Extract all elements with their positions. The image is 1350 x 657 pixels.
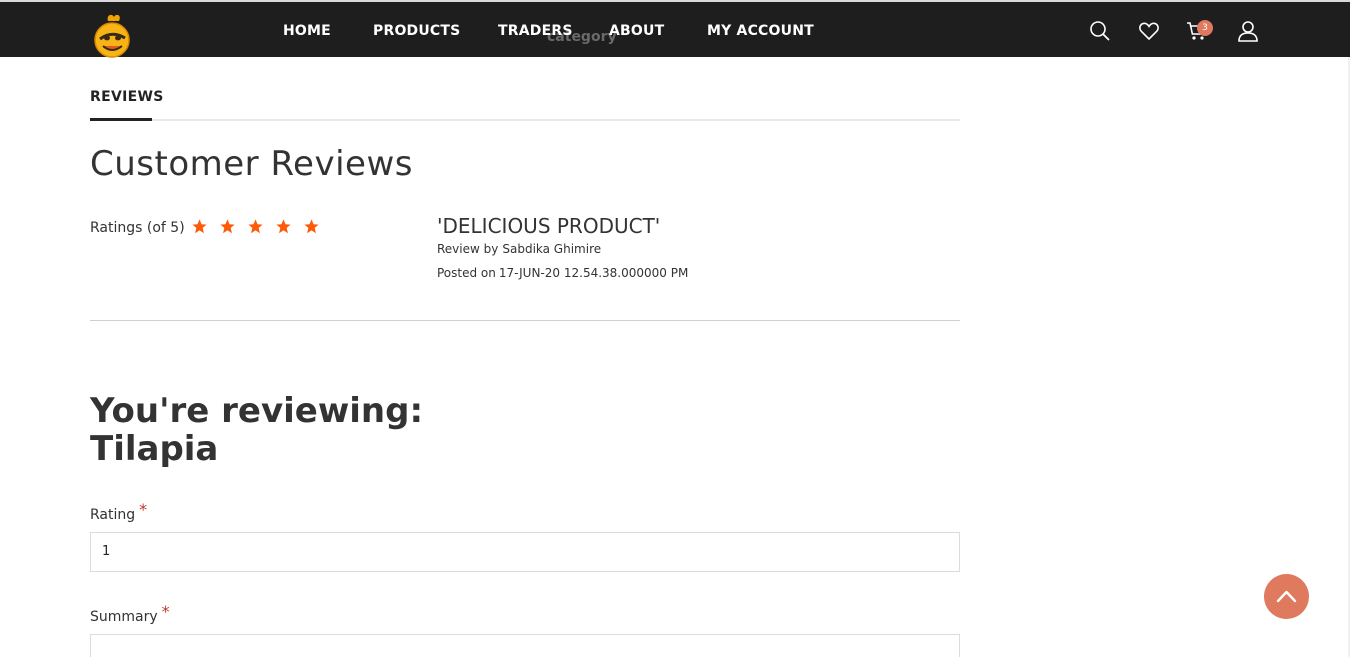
review-author-name: Sabdika Ghimire	[502, 242, 602, 256]
rating-label: Rating *	[90, 500, 147, 523]
review-author: Review by Sabdika Ghimire	[437, 242, 601, 256]
reviewing-product-name: Tilapia	[90, 429, 219, 469]
review-by-label: Review by	[437, 242, 499, 256]
summary-label: Summary *	[90, 602, 170, 625]
customer-reviews-heading: Customer Reviews	[90, 144, 413, 184]
star-rating	[191, 218, 326, 238]
rating-input[interactable]: 1	[90, 532, 960, 572]
summary-label-text: Summary	[90, 609, 158, 625]
nav-home[interactable]: HOME	[283, 23, 331, 39]
star-icon	[219, 218, 238, 237]
tab-active-indicator	[90, 118, 152, 121]
scroll-to-top-button[interactable]	[1264, 574, 1309, 619]
star-icon	[191, 218, 210, 237]
review-title: 'DELICIOUS PRODUCT'	[437, 214, 661, 238]
chevron-up-icon	[1276, 590, 1297, 603]
posted-date-value: 17-JUN-20 12.54.38.000000 PM	[498, 266, 689, 280]
summary-input[interactable]	[90, 634, 960, 657]
review-posted-date: Posted on 17-JUN-20 12.54.38.000000 PM	[437, 266, 688, 280]
store-logo[interactable]	[92, 12, 132, 58]
top-navigation-bar: HOME PRODUCTS category TRADERS ABOUT MY …	[0, 0, 1350, 58]
required-mark: *	[139, 500, 148, 519]
reviewing-heading: You're reviewing: Tilapia	[90, 392, 423, 468]
search-icon[interactable]	[1089, 20, 1111, 42]
tab-reviews[interactable]: REVIEWS	[90, 89, 164, 105]
nav-traders[interactable]: TRADERS	[498, 23, 573, 39]
heart-icon[interactable]	[1138, 20, 1160, 42]
star-icon	[303, 218, 322, 237]
star-icon	[275, 218, 294, 237]
tab-divider	[90, 119, 960, 121]
star-icon	[247, 218, 266, 237]
ratings-label: Ratings (of 5)	[90, 220, 185, 236]
nav-my-account[interactable]: MY ACCOUNT	[707, 23, 814, 39]
nav-about[interactable]: ABOUT	[609, 23, 664, 39]
review-divider	[90, 320, 960, 321]
reviewing-heading-line1: You're reviewing:	[90, 391, 424, 431]
nav-products[interactable]: PRODUCTS	[373, 23, 460, 39]
required-mark: *	[161, 602, 170, 621]
rating-label-text: Rating	[90, 507, 136, 523]
cart-count-badge: 3	[1197, 20, 1213, 36]
posted-on-label: Posted on	[437, 266, 496, 280]
user-icon[interactable]	[1237, 20, 1259, 42]
